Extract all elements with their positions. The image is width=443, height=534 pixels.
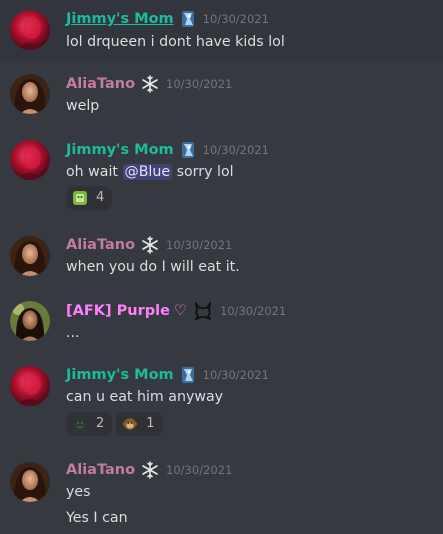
message[interactable]: AliaTano 10/30/2021 welp	[0, 62, 443, 126]
heart-icon: ♡	[173, 303, 187, 319]
user-mention[interactable]: @Blue	[122, 164, 173, 180]
reaction-button[interactable]: 4	[66, 186, 113, 210]
monkey-emoji-icon	[123, 418, 138, 430]
reaction-button[interactable]: 2	[66, 412, 113, 436]
green-emoji-icon	[73, 191, 87, 205]
avatar[interactable]	[10, 74, 50, 114]
message-header: Jimmy's Mom 10/30/2021	[66, 140, 269, 160]
devil-icon	[193, 301, 213, 321]
message-header: AliaTano 10/30/2021	[66, 460, 232, 480]
message-text: ...	[66, 325, 80, 341]
reactions: 2 1	[66, 412, 163, 436]
timestamp: 10/30/2021	[202, 368, 269, 382]
role-icon	[180, 141, 196, 159]
username[interactable]: [AFK] Purple	[66, 301, 170, 321]
snowflake-icon	[141, 75, 159, 93]
message-text: yes	[66, 484, 91, 500]
dark-emoji-icon	[73, 417, 87, 431]
message-header: Jimmy's Mom 10/30/2021	[66, 365, 269, 385]
message-text: when you do I will eat it.	[66, 259, 240, 275]
snowflake-icon	[141, 236, 159, 254]
text-segment: oh wait	[66, 164, 123, 180]
message-text: oh wait @Blue sorry lol	[66, 162, 234, 182]
username[interactable]: Jimmy's Mom	[66, 140, 174, 160]
message[interactable]: [AFK] Purple ♡ 10/30/2021 ...	[0, 292, 443, 356]
timestamp: 10/30/2021	[166, 77, 233, 91]
role-icon	[180, 10, 196, 28]
message-header: AliaTano 10/30/2021	[66, 74, 232, 94]
message[interactable]: Jimmy's Mom 10/30/2021 can u eat him any…	[0, 356, 443, 454]
avatar[interactable]	[10, 236, 50, 276]
username[interactable]: AliaTano	[66, 235, 135, 255]
timestamp: 10/30/2021	[219, 304, 287, 318]
message[interactable]: AliaTano 10/30/2021 when you do I will e…	[0, 222, 443, 292]
timestamp: 10/30/2021	[166, 238, 233, 252]
message[interactable]: AliaTano 10/30/2021 yes Yes I can	[0, 454, 443, 534]
avatar[interactable]	[10, 462, 50, 502]
text-segment: sorry lol	[172, 164, 234, 180]
reaction-count: 1	[146, 416, 155, 431]
message-text: lol drqueen i dont have kids lol	[66, 34, 285, 50]
snowflake-icon	[141, 461, 159, 479]
message-header: AliaTano 10/30/2021	[66, 235, 232, 255]
avatar[interactable]	[10, 140, 50, 180]
message-text: can u eat him anyway	[66, 389, 224, 405]
username[interactable]: AliaTano	[66, 460, 135, 480]
message-header: [AFK] Purple ♡ 10/30/2021	[66, 301, 286, 321]
avatar[interactable]	[10, 366, 50, 406]
avatar[interactable]	[10, 301, 50, 341]
reaction-button[interactable]: 1	[116, 412, 163, 436]
timestamp: 10/30/2021	[166, 463, 233, 477]
message-text: Yes I can	[66, 510, 128, 526]
reactions: 4	[66, 186, 113, 210]
message-list: Jimmy's Mom 10/30/2021 lol drqueen i don…	[0, 0, 443, 534]
username[interactable]: Jimmy's Mom	[66, 9, 174, 29]
username[interactable]: AliaTano	[66, 74, 135, 94]
message-text: welp	[66, 98, 100, 114]
reaction-count: 2	[96, 416, 105, 431]
timestamp: 10/30/2021	[202, 12, 269, 26]
role-icon	[180, 366, 196, 384]
message-header: Jimmy's Mom 10/30/2021	[66, 9, 269, 29]
reaction-count: 4	[96, 190, 105, 205]
timestamp: 10/30/2021	[202, 143, 269, 157]
message[interactable]: Jimmy's Mom 10/30/2021 lol drqueen i don…	[0, 0, 443, 62]
message[interactable]: Jimmy's Mom 10/30/2021 oh wait @Blue sor…	[0, 126, 443, 222]
username[interactable]: Jimmy's Mom	[66, 365, 174, 385]
avatar[interactable]	[10, 10, 50, 50]
